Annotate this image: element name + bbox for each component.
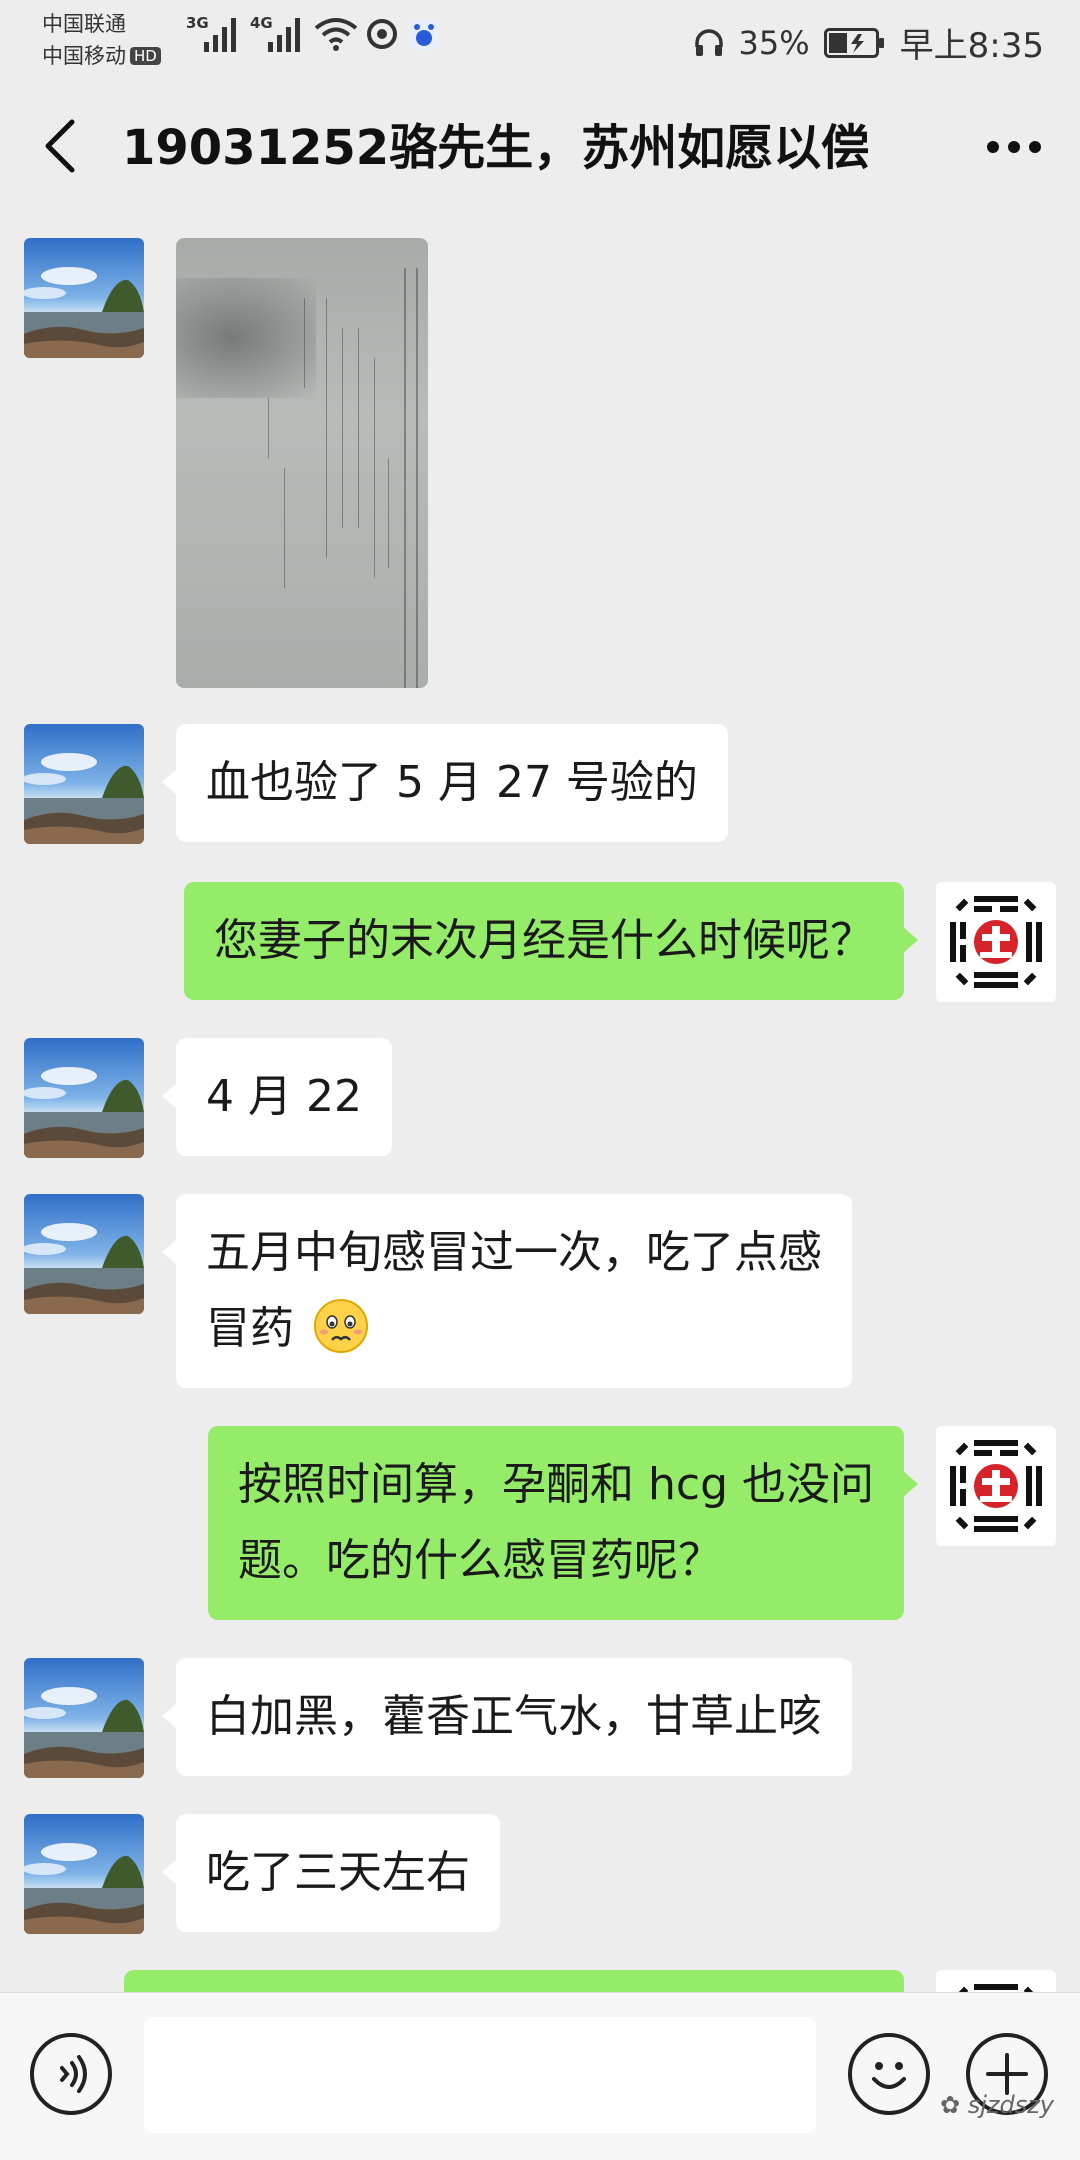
sync-icon — [367, 19, 397, 49]
status-right: 35% 早上8:35 — [693, 18, 1044, 67]
message-text: 白加黑，藿香正气水，甘草止咳 — [206, 1691, 822, 1742]
message-bubble-incoming[interactable]: 血也验了 5 月 27 号验的 — [162, 724, 728, 842]
message-input[interactable] — [144, 2017, 816, 2133]
message-bubble-incoming[interactable]: 4 月 22 — [162, 1038, 392, 1156]
my-avatar[interactable] — [936, 1426, 1056, 1546]
message-bubble-outgoing[interactable]: 按照时间算，孕酮和 hcg 也没问 题。吃的什么感冒药呢？ — [208, 1426, 918, 1620]
chat-header: 19031252骆先生，苏州如愿以偿 — [0, 72, 1080, 212]
message-text: 吃了三天左右 — [206, 1847, 470, 1898]
message-text-line-2: 题。吃的什么感冒药呢？ — [238, 1535, 723, 1586]
battery-percent: 35% — [738, 23, 810, 62]
voice-icon — [60, 2055, 87, 2093]
hd-badge: HD — [130, 47, 161, 65]
baidu-icon — [410, 20, 438, 50]
contact-avatar[interactable] — [24, 238, 144, 358]
message-text-line-1: 按照时间算，孕酮和 hcg 也没问 — [238, 1459, 874, 1510]
contact-avatar[interactable] — [24, 1038, 144, 1158]
message-text-line-1: 五月中旬感冒过一次，吃了点感 — [206, 1227, 822, 1278]
chat-title: 19031252骆先生，苏州如愿以偿 — [122, 120, 870, 176]
back-arrow-icon[interactable] — [40, 118, 80, 174]
contact-avatar[interactable] — [24, 1658, 144, 1778]
message-text: 您妻子的末次月经是什么时候呢？ — [214, 915, 874, 966]
watermark: ✿ sjzdszy — [939, 2091, 1054, 2119]
worried-emoji-icon — [314, 1299, 368, 1353]
contact-avatar[interactable] — [24, 724, 144, 844]
message-text: 4 月 22 — [206, 1071, 362, 1122]
message-text-line-2: 冒药 — [206, 1291, 822, 1367]
emoji-button[interactable] — [848, 2033, 930, 2115]
status-bar: 中国联通 中国移动 HD 3G 4G 35% 早上8:35 — [0, 0, 1080, 72]
message-bubble-incoming[interactable]: 白加黑，藿香正气水，甘草止咳 — [162, 1658, 852, 1776]
my-avatar[interactable] — [936, 882, 1056, 1002]
message-list[interactable]: 血也验了 5 月 27 号验的 您妻子的末次月经是什么时候呢？ 4 月 22 五… — [0, 212, 1080, 1992]
contact-avatar[interactable] — [24, 1194, 144, 1314]
contact-avatar[interactable] — [24, 1814, 144, 1934]
lab-report-photo[interactable] — [176, 238, 428, 688]
message-bubble-outgoing-partial[interactable] — [124, 1970, 904, 1992]
message-bubble-incoming[interactable]: 吃了三天左右 — [162, 1814, 500, 1932]
message-bubble-incoming[interactable]: 五月中旬感冒过一次，吃了点感 冒药 — [162, 1194, 852, 1388]
status-time: 早上8:35 — [899, 26, 1044, 66]
my-avatar[interactable] — [936, 1970, 1056, 1992]
battery-icon — [823, 27, 884, 58]
input-bar: ✿ sjzdszy — [0, 1992, 1080, 2160]
signal-icon-2 — [268, 18, 300, 52]
signal-icon — [204, 18, 236, 52]
more-icon[interactable] — [986, 140, 1042, 154]
wifi-icon — [314, 18, 358, 51]
carrier-1: 中国联通 — [42, 12, 126, 36]
headphone-icon — [694, 28, 723, 56]
message-text: 血也验了 5 月 27 号验的 — [206, 757, 698, 808]
emoji-icon — [872, 2062, 906, 2089]
message-bubble-outgoing[interactable]: 您妻子的末次月经是什么时候呢？ — [184, 882, 918, 1000]
carrier-2: 中国移动 HD — [42, 40, 161, 70]
voice-button[interactable] — [30, 2033, 112, 2115]
